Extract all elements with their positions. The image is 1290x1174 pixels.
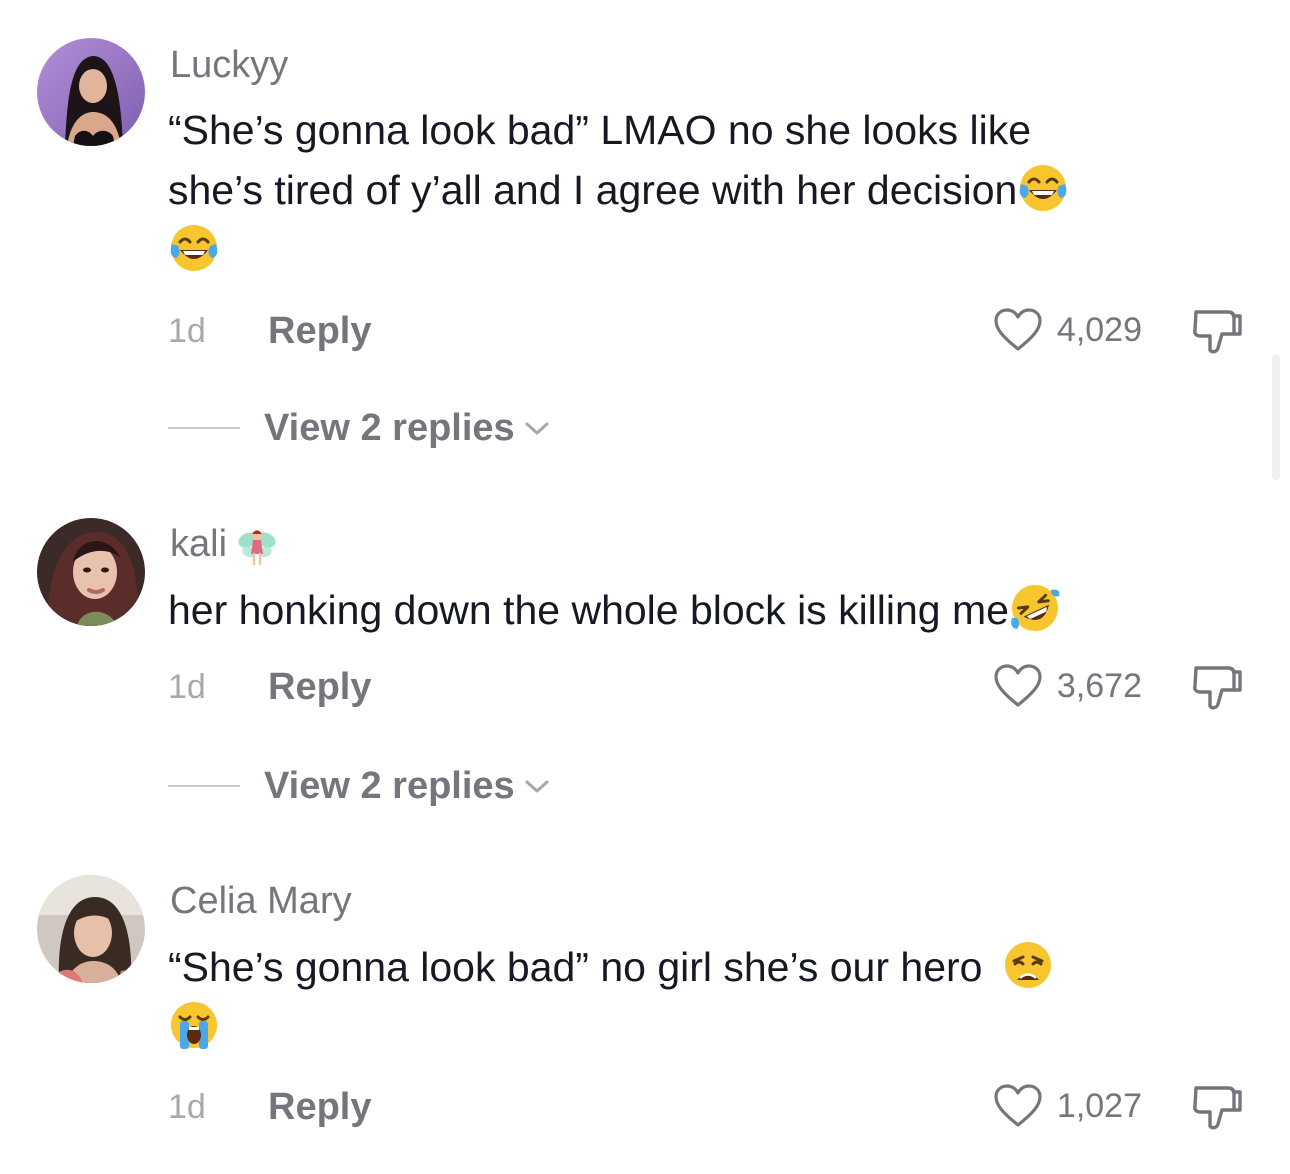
thumbs-down-icon — [1193, 310, 1242, 354]
heart-icon — [994, 1084, 1042, 1127]
view-replies-button[interactable]: View 2 replies — [168, 406, 551, 450]
scrollbar[interactable] — [1272, 354, 1280, 480]
heart-icon — [994, 664, 1042, 707]
username-text: kali — [170, 523, 228, 566]
like-button[interactable]: 3,672 — [993, 662, 1142, 710]
dislike-button[interactable] — [1188, 1080, 1244, 1136]
like-count: 1,027 — [1056, 1087, 1142, 1125]
thread-divider — [168, 427, 240, 429]
weary-face-icon — [1002, 939, 1054, 991]
username[interactable]: Luckyy — [170, 46, 288, 84]
comment-text: “She’s gonna look bad” no girl she’s our… — [168, 937, 1238, 1057]
face-with-tears-of-joy-icon — [1017, 162, 1069, 214]
comment-line — [168, 997, 1238, 1057]
view-replies-label: View 2 replies — [264, 407, 515, 449]
loudly-crying-face-icon — [168, 999, 220, 1051]
view-replies-button[interactable]: View 2 replies — [168, 764, 551, 808]
comment-text: “She’s gonna look bad” LMAO no she looks… — [168, 100, 1238, 280]
thumbs-down-icon — [1193, 1086, 1242, 1130]
thread-divider — [168, 785, 240, 787]
dislike-button[interactable] — [1188, 304, 1244, 360]
dislike-button[interactable] — [1188, 660, 1244, 716]
like-count: 3,672 — [1056, 667, 1142, 705]
comment-line: “She’s gonna look bad” no girl she’s our… — [168, 937, 1238, 997]
comment-line: her honking down the whole block is kill… — [168, 580, 1238, 640]
reply-button[interactable]: Reply — [268, 1088, 371, 1126]
reply-button[interactable]: Reply — [268, 312, 371, 350]
avatar[interactable] — [37, 875, 145, 983]
chevron-down-icon — [525, 422, 549, 435]
comment-line: “She’s gonna look bad” LMAO no she looks… — [168, 107, 1032, 153]
fairy-icon — [238, 530, 276, 566]
avatar[interactable] — [37, 518, 145, 626]
chevron-down-icon — [525, 780, 549, 793]
like-button[interactable]: 4,029 — [993, 306, 1142, 354]
comments-panel: Luckyy “She’s gonna look bad” LMAO no sh… — [0, 0, 1290, 1174]
thumbs-down-icon — [1193, 666, 1242, 710]
heart-icon — [994, 308, 1042, 351]
rolling-on-the-floor-laughing-icon — [1009, 582, 1061, 634]
comment-line — [168, 220, 1238, 280]
avatar[interactable] — [37, 38, 145, 146]
reply-button[interactable]: Reply — [268, 668, 371, 706]
comment-timestamp: 1d — [168, 1088, 206, 1126]
username[interactable]: kali — [170, 524, 279, 568]
username[interactable]: Celia Mary — [170, 882, 352, 920]
comment-line: she’s tired of y’all and I agree with he… — [168, 160, 1238, 220]
face-with-tears-of-joy-icon — [168, 222, 220, 274]
comment-timestamp: 1d — [168, 668, 206, 706]
comment-timestamp: 1d — [168, 312, 206, 350]
like-button[interactable]: 1,027 — [993, 1082, 1142, 1130]
comment-text: her honking down the whole block is kill… — [168, 580, 1238, 640]
like-count: 4,029 — [1056, 311, 1142, 349]
view-replies-label: View 2 replies — [264, 765, 515, 807]
